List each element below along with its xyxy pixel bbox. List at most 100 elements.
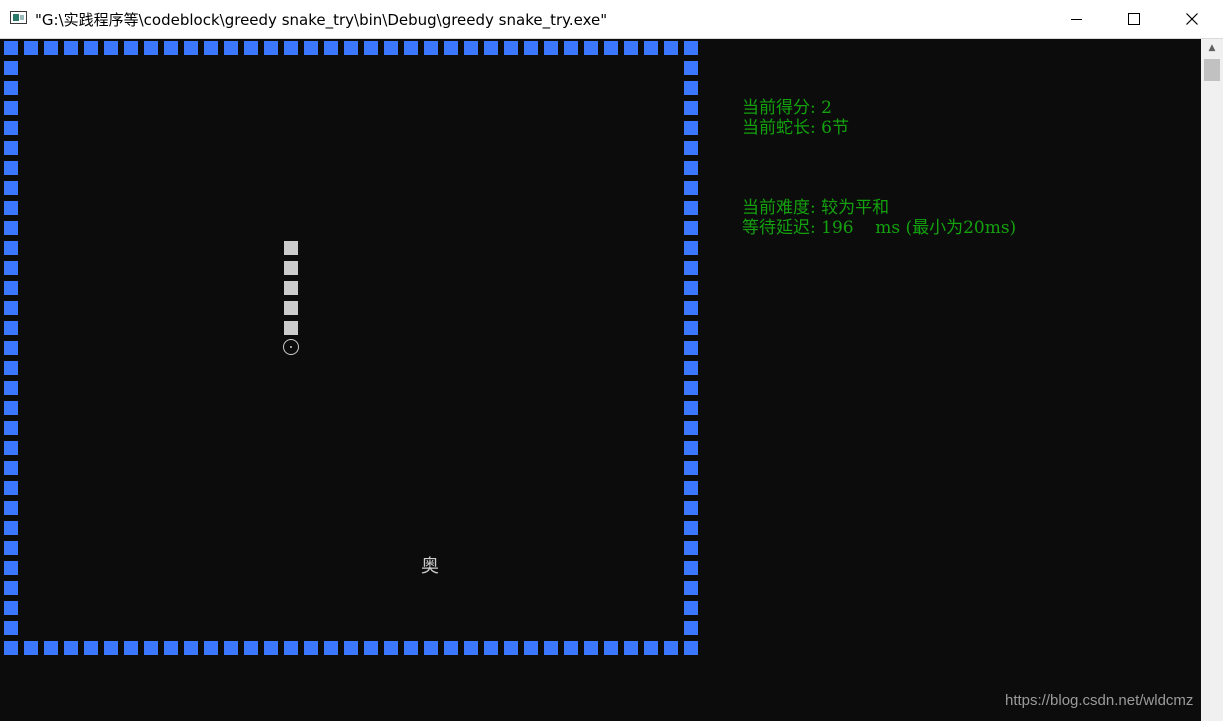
- wall-block: [144, 641, 158, 655]
- wall-block: [684, 421, 698, 435]
- wall-block: [4, 581, 18, 595]
- wall-block: [504, 641, 518, 655]
- wall-block: [4, 441, 18, 455]
- wall-block: [684, 441, 698, 455]
- wall-block: [4, 561, 18, 575]
- wall-block: [24, 641, 38, 655]
- wall-block: [4, 541, 18, 555]
- wall-block: [684, 221, 698, 235]
- wall-block: [684, 481, 698, 495]
- wall-block: [224, 41, 238, 55]
- wall-block: [624, 641, 638, 655]
- wall-block: [524, 41, 538, 55]
- wall-block: [4, 101, 18, 115]
- wall-block: [684, 141, 698, 155]
- snake-body-segment: [284, 321, 298, 335]
- difficulty-text: 当前难度: 较为平和: [742, 198, 890, 218]
- wall-block: [4, 401, 18, 415]
- wall-block: [684, 101, 698, 115]
- wall-block: [684, 261, 698, 275]
- wall-block: [164, 41, 178, 55]
- wall-block: [4, 461, 18, 475]
- wall-block: [44, 641, 58, 655]
- wall-block: [244, 41, 258, 55]
- wall-block: [404, 641, 418, 655]
- wall-block: [444, 41, 458, 55]
- wall-block: [464, 641, 478, 655]
- food-item: 奥: [421, 556, 439, 577]
- wall-block: [364, 41, 378, 55]
- wall-block: [604, 641, 618, 655]
- wall-block: [124, 41, 138, 55]
- wall-block: [484, 641, 498, 655]
- wall-block: [564, 641, 578, 655]
- wall-block: [684, 41, 698, 55]
- vertical-scrollbar[interactable]: ▲: [1201, 39, 1223, 721]
- wall-block: [484, 41, 498, 55]
- title-bar[interactable]: "G:\实践程序等\codeblock\greedy snake_try\bin…: [0, 0, 1223, 39]
- wall-block: [4, 41, 18, 55]
- wall-block: [4, 621, 18, 635]
- wall-block: [644, 41, 658, 55]
- watermark-text: https://blog.csdn.net/wldcmz: [1005, 692, 1194, 709]
- wall-block: [664, 641, 678, 655]
- wall-block: [684, 601, 698, 615]
- wall-block: [284, 41, 298, 55]
- wall-block: [4, 281, 18, 295]
- wall-block: [264, 41, 278, 55]
- close-button[interactable]: [1163, 0, 1221, 38]
- wall-block: [324, 41, 338, 55]
- wall-block: [684, 581, 698, 595]
- wall-block: [564, 41, 578, 55]
- wall-block: [584, 641, 598, 655]
- window-title: "G:\实践程序等\codeblock\greedy snake_try\bin…: [35, 11, 608, 29]
- wall-block: [684, 401, 698, 415]
- wall-block: [444, 641, 458, 655]
- wall-block: [524, 641, 538, 655]
- wall-block: [4, 601, 18, 615]
- wall-block: [604, 41, 618, 55]
- wall-block: [184, 41, 198, 55]
- console-area[interactable]: 奥 当前得分: 2 当前蛇长: 6节 当前难度: 较为平和 等待延迟: 196 …: [0, 39, 1201, 721]
- wall-block: [684, 81, 698, 95]
- wall-block: [684, 161, 698, 175]
- scroll-thumb[interactable]: [1204, 59, 1220, 81]
- maximize-icon: [1128, 13, 1140, 25]
- maximize-button[interactable]: [1105, 0, 1163, 38]
- wall-block: [4, 361, 18, 375]
- wall-block: [184, 641, 198, 655]
- wall-block: [104, 41, 118, 55]
- wall-block: [4, 481, 18, 495]
- wall-block: [124, 641, 138, 655]
- minimize-button[interactable]: [1047, 0, 1105, 38]
- wall-block: [684, 241, 698, 255]
- scroll-up-arrow-icon[interactable]: ▲: [1201, 39, 1223, 57]
- snake-body-segment: [284, 281, 298, 295]
- wall-block: [344, 41, 358, 55]
- wall-block: [684, 361, 698, 375]
- wall-block: [4, 261, 18, 275]
- wall-block: [544, 41, 558, 55]
- wall-block: [684, 301, 698, 315]
- wall-block: [4, 341, 18, 355]
- wall-block: [464, 41, 478, 55]
- wall-block: [204, 41, 218, 55]
- snake-body-segment: [284, 301, 298, 315]
- wall-block: [384, 41, 398, 55]
- wall-block: [684, 621, 698, 635]
- wall-block: [684, 461, 698, 475]
- delay-text: 等待延迟: 196 ms (最小为20ms): [742, 218, 1017, 238]
- wall-block: [324, 641, 338, 655]
- wall-block: [4, 181, 18, 195]
- wall-block: [164, 641, 178, 655]
- wall-block: [204, 641, 218, 655]
- wall-block: [4, 501, 18, 515]
- wall-block: [244, 641, 258, 655]
- wall-block: [684, 121, 698, 135]
- wall-block: [684, 641, 698, 655]
- wall-block: [684, 281, 698, 295]
- snake-body-segment: [284, 261, 298, 275]
- wall-block: [684, 181, 698, 195]
- wall-block: [684, 201, 698, 215]
- snake-head-icon: [283, 339, 299, 355]
